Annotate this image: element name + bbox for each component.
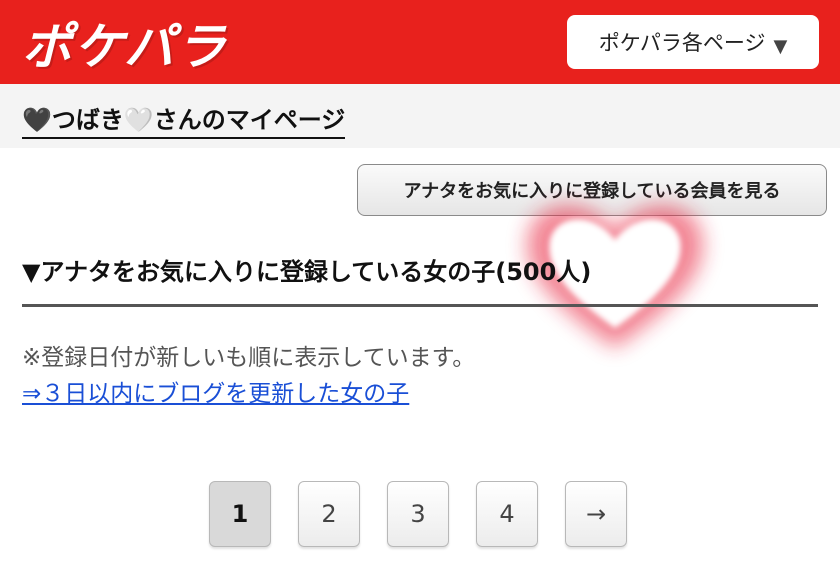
section-divider bbox=[22, 304, 818, 307]
recent-blog-link[interactable]: ⇒３日以内にブログを更新した女の子 bbox=[22, 374, 409, 408]
next-page-button[interactable]: → bbox=[565, 481, 627, 547]
logo-text: ポケパラ bbox=[22, 18, 228, 76]
site-logo[interactable]: ポケパラ bbox=[22, 14, 228, 76]
page-button-3[interactable]: 3 bbox=[387, 481, 449, 547]
view-fav-members-button[interactable]: アナタをお気に入りに登録している会員を見る bbox=[357, 164, 827, 216]
page-button-1[interactable]: 1 bbox=[209, 481, 271, 547]
page-select-label: ポケパラ各ページ bbox=[598, 31, 766, 55]
sort-note: ※登録日付が新しいも順に表示しています。 bbox=[22, 345, 476, 371]
page-button-4[interactable]: 4 bbox=[476, 481, 538, 547]
mypage-title[interactable]: 🖤つばき🤍さんのマイページ bbox=[22, 100, 346, 139]
site-header: ポケパラ ポケパラ各ページ ▼ bbox=[0, 0, 840, 84]
chevron-down-icon: ▼ bbox=[773, 35, 788, 57]
section-heading: ▼アナタをお気に入りに登録している女の子(500人) bbox=[22, 258, 592, 286]
page-select-dropdown[interactable]: ポケパラ各ページ ▼ bbox=[567, 15, 819, 69]
page-button-2[interactable]: 2 bbox=[298, 481, 360, 547]
